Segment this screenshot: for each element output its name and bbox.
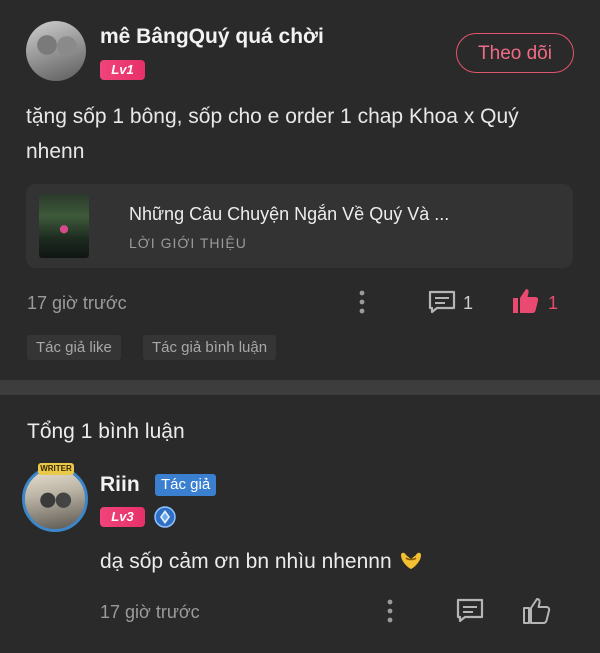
comment-icon[interactable]	[427, 289, 457, 315]
author-liked-tag: Tác giả like	[27, 335, 121, 360]
comment-text-content: dạ sốp cảm ơn bn nhìu nhennn	[100, 550, 392, 573]
section-divider	[0, 380, 600, 395]
post-author-name[interactable]: mê BângQuý quá chời	[100, 25, 324, 49]
thumbs-up-outline-icon[interactable]	[521, 596, 551, 626]
post-comment-count: 1	[463, 293, 474, 313]
post-like-count: 1	[548, 293, 559, 313]
comments-count-title: Tổng 1 bình luận	[27, 420, 185, 443]
more-vertical-icon[interactable]	[355, 289, 369, 315]
book-cover-image	[39, 194, 89, 258]
post-timestamp: 17 giờ trước	[27, 293, 127, 313]
book-card[interactable]: Những Câu Chuyện Ngắn Về Quý Và ... LỜI …	[26, 184, 573, 268]
book-subtitle: LỜI GIỚI THIỆU	[129, 235, 247, 251]
commenter-name[interactable]: Riin	[100, 473, 140, 497]
commenter-avatar[interactable]	[22, 466, 88, 532]
follow-button[interactable]: Theo dõi	[456, 33, 574, 73]
post-text: tặng sốp 1 bông, sốp cho e order 1 chap …	[26, 105, 519, 163]
thumbs-up-icon[interactable]	[510, 286, 540, 316]
comment-timestamp: 17 giờ trước	[100, 602, 200, 622]
reply-icon[interactable]	[455, 597, 485, 625]
writer-crest-badge: WRITER	[38, 463, 74, 475]
more-vertical-icon[interactable]	[383, 598, 397, 624]
comment-text: dạ sốp cảm ơn bn nhìu nhennn	[100, 549, 424, 574]
hug-emoji-icon	[400, 552, 421, 569]
author-tag: Tác giả	[155, 474, 217, 496]
author-commented-tag: Tác giả bình luận	[143, 335, 277, 360]
post-author-level-badge: Lv1	[100, 60, 145, 80]
post-author-avatar[interactable]	[26, 21, 86, 81]
commenter-level-badge: Lv3	[100, 507, 145, 527]
rank-diamond-icon	[154, 506, 176, 528]
book-title: Những Câu Chuyện Ngắn Về Quý Và ...	[129, 204, 450, 224]
